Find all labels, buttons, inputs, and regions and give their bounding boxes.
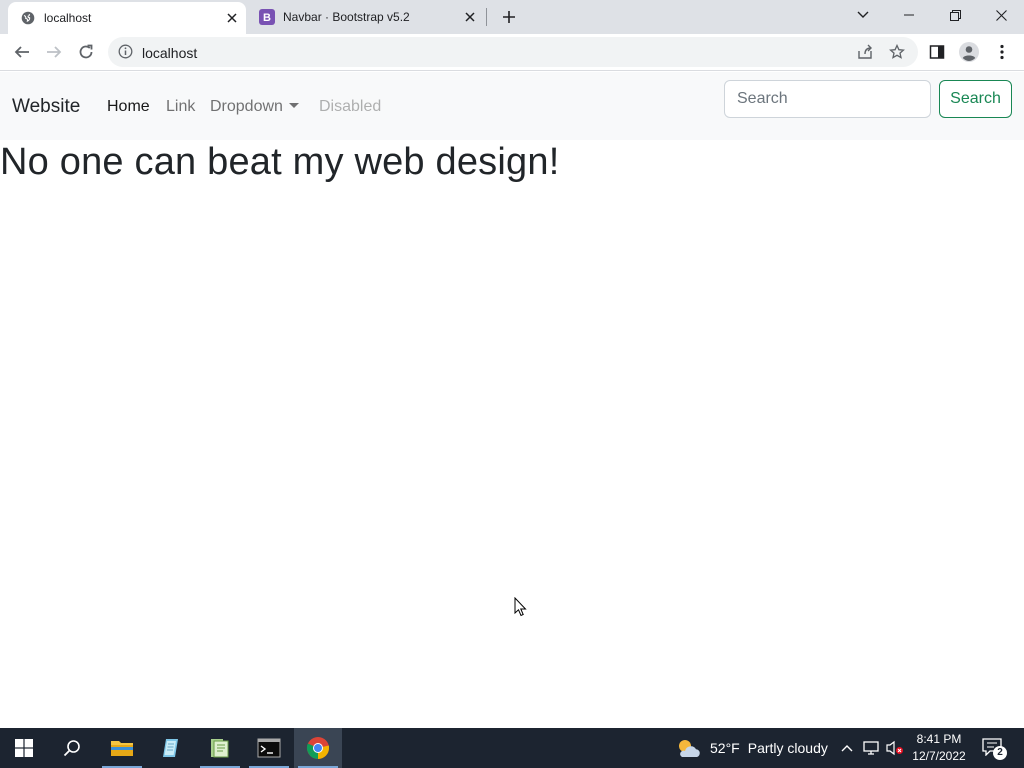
close-window-button[interactable] — [978, 0, 1024, 30]
system-clock[interactable]: 8:41 PM 12/7/2022 — [908, 731, 970, 765]
url-text: localhost — [142, 45, 198, 61]
chevron-down-icon — [857, 11, 869, 18]
notepad-plus-icon — [211, 739, 229, 758]
page-headline: No one can beat my web design! — [0, 141, 560, 183]
site-navbar: Website Home Link Dropdown Disabled Sear… — [0, 72, 1024, 140]
new-tab-button[interactable] — [499, 7, 519, 27]
minimize-icon — [904, 14, 914, 16]
tab-navbar-bootstrap[interactable]: B Navbar · Bootstrap v5.2 — [250, 0, 484, 34]
bootstrap-icon: B — [259, 9, 275, 25]
restore-button[interactable] — [932, 0, 978, 30]
forward-button[interactable] — [40, 38, 68, 66]
weather-widget[interactable]: 52°F Partly cloudy — [676, 728, 828, 768]
nav-dropdown-toggle[interactable]: Dropdown — [210, 98, 299, 116]
tab-search-button[interactable] — [840, 0, 886, 30]
bootstrap-letter: B — [263, 12, 271, 24]
file-explorer-button[interactable] — [98, 728, 146, 768]
browser-toolbar: localhost — [0, 34, 1024, 71]
kebab-menu-icon — [1000, 44, 1004, 60]
notification-center-button[interactable]: 2 — [982, 738, 1007, 760]
taskbar-search-button[interactable] — [48, 728, 96, 768]
weather-description: Partly cloudy — [747, 740, 828, 756]
bookmark-star-icon[interactable] — [888, 43, 906, 61]
nav-link-disabled: Disabled — [319, 98, 382, 115]
globe-icon — [20, 10, 36, 26]
navbar-brand[interactable]: Website — [12, 96, 80, 118]
windows-logo-icon — [15, 739, 33, 757]
back-button[interactable] — [8, 38, 36, 66]
chrome-icon — [306, 737, 330, 759]
close-tab-icon[interactable] — [224, 10, 240, 26]
minimize-button[interactable] — [886, 0, 932, 30]
weather-temperature: 52°F — [710, 740, 740, 756]
plus-icon — [503, 11, 515, 23]
side-panel-button[interactable] — [923, 38, 951, 66]
terminal-icon — [257, 738, 281, 758]
chrome-button[interactable] — [294, 728, 342, 768]
notepad-button[interactable] — [147, 728, 195, 768]
info-icon[interactable] — [118, 44, 133, 64]
nav-link-link[interactable]: Link — [166, 98, 195, 116]
caret-down-icon — [288, 103, 299, 108]
show-hidden-icons-chevron-up-icon[interactable] — [838, 739, 856, 757]
profile-button[interactable] — [955, 38, 983, 66]
forward-arrow-icon — [47, 46, 62, 58]
chrome-menu-button[interactable] — [988, 38, 1016, 66]
tab-title: Navbar · Bootstrap v5.2 — [283, 10, 410, 24]
share-icon[interactable] — [856, 43, 874, 61]
partly-cloudy-icon — [679, 740, 700, 757]
reload-icon — [79, 44, 93, 59]
address-bar[interactable]: localhost — [108, 37, 918, 67]
volume-muted-icon[interactable] — [886, 739, 904, 757]
side-panel-icon — [929, 45, 945, 59]
search-button[interactable]: Search — [939, 80, 1012, 118]
start-button[interactable] — [0, 728, 48, 768]
nav-dropdown-label: Dropdown — [210, 98, 283, 115]
search-input[interactable] — [724, 80, 931, 118]
terminal-button[interactable] — [245, 728, 293, 768]
profile-avatar-icon — [959, 42, 979, 62]
browser-title-bar: localhost B Navbar · Bootstrap v5.2 — [0, 0, 1024, 34]
clock-time: 8:41 PM — [916, 732, 962, 746]
tab-separator — [486, 8, 487, 26]
notification-count-badge: 2 — [993, 746, 1007, 760]
tab-title: localhost — [44, 11, 92, 25]
restore-icon — [949, 9, 961, 21]
close-tab-icon[interactable] — [462, 9, 478, 25]
clock-date: 12/7/2022 — [912, 749, 966, 763]
nav-link-home[interactable]: Home — [107, 98, 150, 116]
mouse-cursor-icon — [514, 596, 528, 622]
network-icon[interactable] — [862, 739, 880, 757]
windows-taskbar: 52°F Partly cloudy 8:41 PM 12/7/2022 2 — [0, 728, 1024, 768]
tab-localhost[interactable]: localhost — [8, 2, 246, 34]
notepad-icon — [163, 739, 178, 757]
reload-button[interactable] — [72, 38, 100, 66]
close-icon — [995, 9, 1007, 21]
folder-icon — [111, 741, 133, 756]
back-arrow-icon — [14, 46, 29, 58]
app-button[interactable] — [196, 728, 244, 768]
search-icon — [63, 740, 80, 757]
